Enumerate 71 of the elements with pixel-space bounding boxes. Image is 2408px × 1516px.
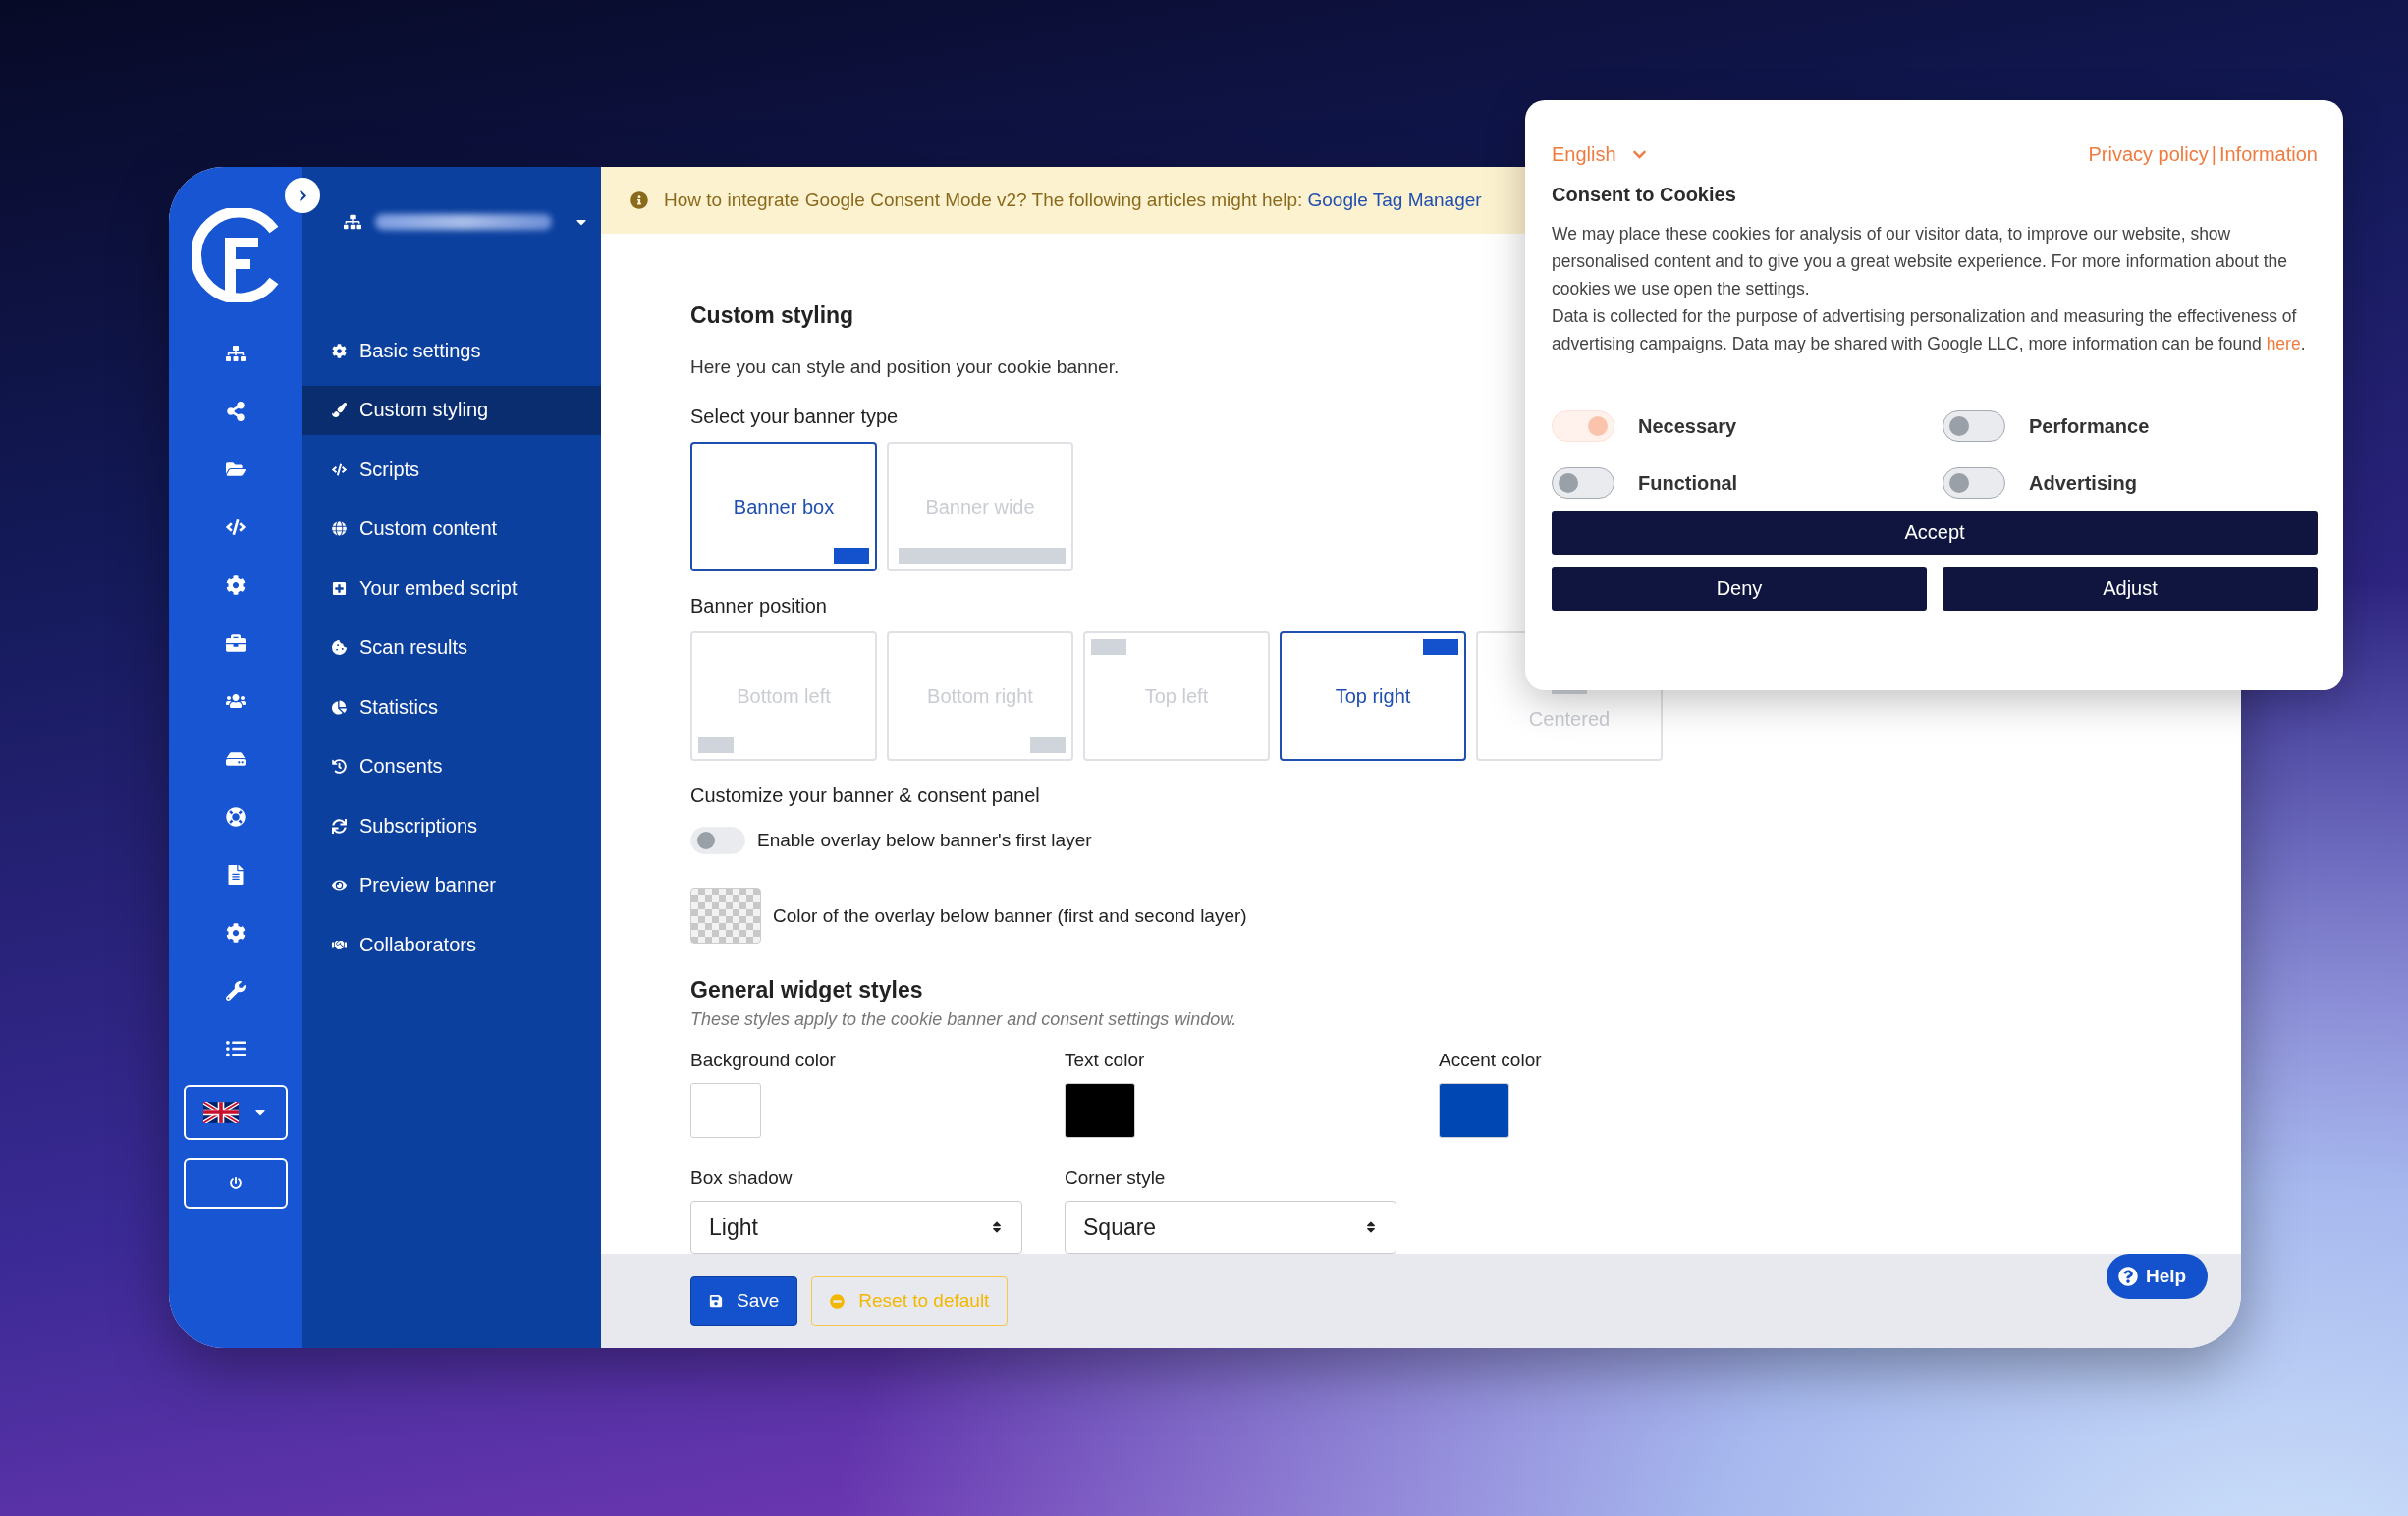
toggle-label: Functional xyxy=(1638,471,1738,495)
nav-item[interactable]: Custom styling xyxy=(302,385,601,435)
overlay-color-swatch[interactable] xyxy=(690,888,761,944)
adjust-button[interactable]: Adjust xyxy=(1943,567,2318,611)
help-button[interactable]: Help xyxy=(2107,1254,2209,1299)
toggle-label: Advertising xyxy=(2029,471,2138,495)
history-icon xyxy=(330,759,348,774)
toggle-label: Performance xyxy=(2029,414,2150,438)
nav-item[interactable]: Preview banner xyxy=(302,860,601,910)
logo-icon xyxy=(192,208,280,302)
nav-item[interactable]: Your embed script xyxy=(302,564,601,613)
toggle-switch[interactable] xyxy=(1943,410,2005,442)
power-icon xyxy=(230,1177,242,1189)
globe-icon xyxy=(330,521,348,536)
sort-icon xyxy=(990,1220,1004,1234)
sync-icon xyxy=(330,818,348,834)
nav-item[interactable]: Custom content xyxy=(302,504,601,554)
accept-button[interactable]: Accept xyxy=(1552,511,2318,555)
notice-link[interactable]: Google Tag Manager xyxy=(1307,190,1482,210)
notice-text: How to integrate Google Consent Mode v2? The following articles might help: Google Tag Manager xyxy=(664,190,1482,211)
code-icon xyxy=(330,461,348,477)
banner-position-option[interactable]: Top right xyxy=(1280,631,1466,761)
popup-paragraph: We may place these cookies for analysis of our visitor data, to improve our website, show personalised content and to give you a great website experience. For more information about the cookies we use open the settings. xyxy=(1552,223,2289,300)
nav-item[interactable]: Collaborators xyxy=(302,920,601,969)
nav-item[interactable]: Scan results xyxy=(302,623,601,673)
eye-icon xyxy=(330,878,348,893)
language-dropdown[interactable] xyxy=(184,1085,288,1140)
page-description: Here you can style and position your cookie banner. xyxy=(690,356,1120,378)
brush-icon xyxy=(330,403,348,417)
field-label: Background color xyxy=(690,1050,836,1071)
nav-item[interactable]: Consents xyxy=(302,741,601,791)
section-subtitle: These styles apply to the cookie banner and consent settings window. xyxy=(690,1009,1237,1030)
swatch-label: Color of the overlay below banner (first and second layer) xyxy=(773,904,1247,927)
section-label: Select your banner type xyxy=(690,406,899,428)
toggle-label: Necessary xyxy=(1638,414,1737,438)
page-title: Custom styling xyxy=(690,302,854,329)
save-button[interactable]: Save xyxy=(690,1276,798,1326)
save-icon xyxy=(709,1294,723,1308)
color-swatch[interactable] xyxy=(1065,1083,1135,1138)
nav-item[interactable]: Basic settings xyxy=(302,326,601,375)
nav-item[interactable]: Statistics xyxy=(302,682,601,731)
nav-item[interactable]: Scripts xyxy=(302,445,601,494)
link-separator: | xyxy=(2211,143,2216,166)
color-swatch[interactable] xyxy=(1439,1083,1509,1138)
field-label: Text color xyxy=(1065,1050,1145,1071)
section-label: Banner position xyxy=(690,595,827,618)
section-title: General widget styles xyxy=(690,977,923,1003)
toggle-label: Enable overlay below banner's first layer xyxy=(757,830,1092,851)
nav-item[interactable]: Subscriptions xyxy=(302,801,601,850)
toggle-switch[interactable] xyxy=(1552,467,1614,499)
pie-chart-icon xyxy=(330,699,348,715)
color-swatch[interactable] xyxy=(690,1083,761,1138)
section-label: Customize your banner & consent panel xyxy=(690,785,1040,807)
settings-icon xyxy=(330,343,348,358)
select-field[interactable]: Square xyxy=(1065,1201,1396,1254)
field-label: Corner style xyxy=(1065,1167,1166,1189)
uk-flag-icon xyxy=(203,1102,239,1123)
info-icon xyxy=(630,191,648,209)
toggle-switch[interactable] xyxy=(1943,467,2005,499)
question-icon xyxy=(2118,1267,2138,1286)
logout-button[interactable] xyxy=(184,1158,288,1209)
field-label: Box shadow xyxy=(690,1167,793,1189)
popup-paragraph: Data is collected for the purpose of advertising personalization and measuring the effectiveness of advertising campaigns. Data may be shared with Google LLC, more information can be found here. xyxy=(1552,305,2307,355)
field-label: Accent color xyxy=(1439,1050,1542,1071)
deny-button[interactable]: Deny xyxy=(1552,567,1927,611)
cookie-icon xyxy=(330,640,348,655)
popup-title: Consent to Cookies xyxy=(1552,184,1736,206)
select-field[interactable]: Light xyxy=(690,1201,1022,1254)
sort-icon xyxy=(1364,1220,1378,1234)
banner-type-option[interactable]: Banner box xyxy=(690,442,877,571)
sitemap-icon xyxy=(344,213,361,231)
